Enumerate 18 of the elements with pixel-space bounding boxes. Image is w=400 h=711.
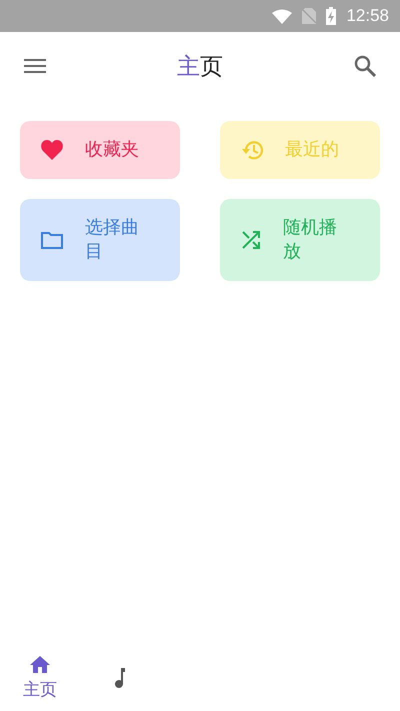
card-label: 选择曲目	[85, 216, 140, 264]
menu-icon[interactable]	[24, 58, 46, 74]
tab-label: 主页	[23, 678, 57, 700]
shuffle-card[interactable]: 随机播放	[220, 199, 380, 281]
search-icon[interactable]	[354, 55, 376, 77]
wifi-icon	[272, 8, 292, 24]
no-sim-icon	[302, 8, 316, 24]
status-time: 12:58	[346, 6, 389, 26]
card-label: 最近的	[285, 138, 340, 162]
card-label: 随机播放	[283, 216, 338, 264]
card-label: 收藏夹	[85, 138, 140, 162]
page-title: 主页	[177, 52, 223, 82]
battery-icon	[326, 7, 336, 25]
folder-card[interactable]: 选择曲目	[20, 199, 180, 281]
favorites-card[interactable]: 收藏夹	[20, 121, 180, 179]
home-tab[interactable]: 主页	[20, 645, 60, 711]
home-icon	[30, 656, 50, 672]
music-note-icon	[113, 668, 127, 688]
